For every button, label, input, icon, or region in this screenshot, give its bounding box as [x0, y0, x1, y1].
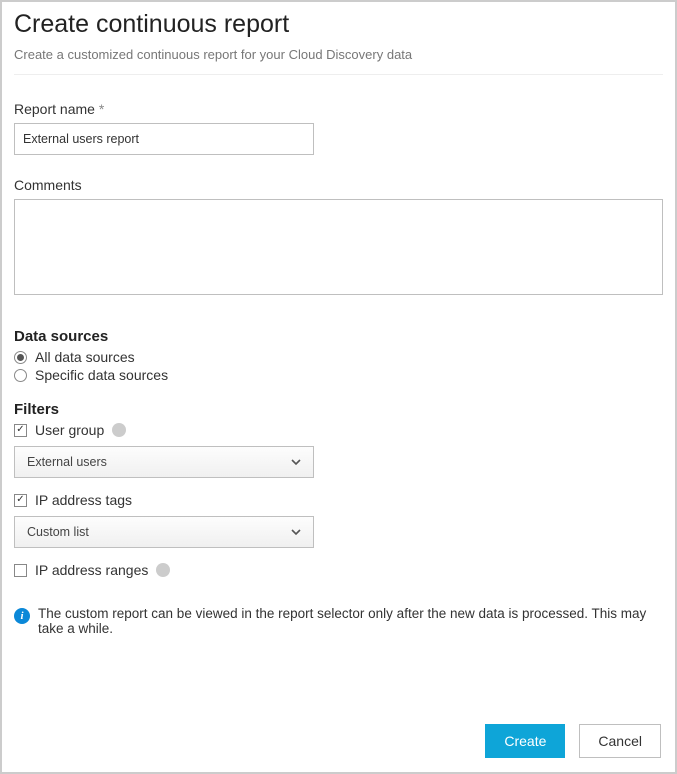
report-name-label: Report name *	[14, 101, 663, 117]
filters-heading: Filters	[14, 401, 663, 418]
info-icon[interactable]	[156, 563, 170, 577]
info-note-text: The custom report can be viewed in the r…	[38, 606, 663, 636]
checkbox-icon	[14, 424, 27, 437]
required-asterisk: *	[99, 101, 104, 117]
dialog-footer: Create Cancel	[485, 724, 661, 758]
radio-label: Specific data sources	[35, 367, 168, 383]
checkbox-label: User group	[35, 422, 104, 438]
cancel-button[interactable]: Cancel	[579, 724, 661, 758]
dropdown-value: External users	[27, 455, 107, 469]
checkbox-label: IP address tags	[35, 492, 132, 508]
comments-label: Comments	[14, 177, 663, 193]
radio-all-data-sources[interactable]: All data sources	[14, 349, 663, 365]
checkbox-user-group[interactable]: User group	[14, 422, 663, 438]
radio-icon	[14, 351, 27, 364]
checkbox-icon	[14, 494, 27, 507]
dropdown-ip-address-tags[interactable]: Custom list	[14, 516, 314, 548]
radio-specific-data-sources[interactable]: Specific data sources	[14, 367, 663, 383]
checkbox-label: IP address ranges	[35, 562, 148, 578]
info-icon[interactable]	[112, 423, 126, 437]
dialog-create-continuous-report: Create continuous report Create a custom…	[0, 0, 677, 774]
page-subtitle: Create a customized continuous report fo…	[14, 47, 663, 62]
report-name-label-text: Report name	[14, 101, 95, 117]
dropdown-user-group[interactable]: External users	[14, 446, 314, 478]
checkbox-icon	[14, 564, 27, 577]
chevron-down-icon	[291, 527, 301, 537]
info-note: i The custom report can be viewed in the…	[14, 606, 663, 636]
divider	[14, 74, 663, 75]
data-sources-heading: Data sources	[14, 328, 663, 345]
create-button[interactable]: Create	[485, 724, 565, 758]
info-circle-icon: i	[14, 608, 30, 624]
checkbox-ip-address-ranges[interactable]: IP address ranges	[14, 562, 663, 578]
comments-textarea[interactable]	[14, 199, 663, 295]
chevron-down-icon	[291, 457, 301, 467]
radio-icon	[14, 369, 27, 382]
page-title: Create continuous report	[14, 10, 663, 39]
report-name-input[interactable]	[14, 123, 314, 155]
dropdown-value: Custom list	[27, 525, 89, 539]
radio-label: All data sources	[35, 349, 135, 365]
checkbox-ip-address-tags[interactable]: IP address tags	[14, 492, 663, 508]
